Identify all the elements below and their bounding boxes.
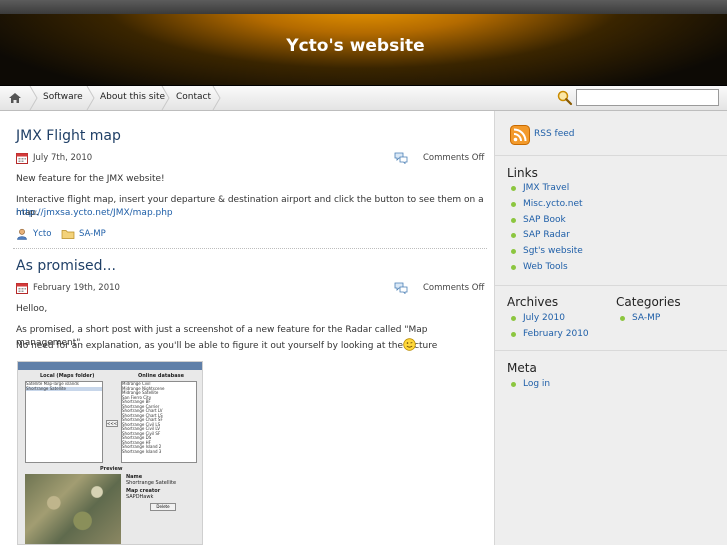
- bullet: [511, 382, 516, 387]
- smiley-icon: [403, 338, 416, 351]
- nav-item-about[interactable]: About this site: [100, 86, 165, 110]
- links-heading: Links: [507, 166, 538, 180]
- search-input[interactable]: [576, 89, 719, 106]
- local-list: Satellite Map-large islands Shortrange S…: [25, 381, 103, 463]
- page: Ycto's website Software About this site …: [0, 0, 727, 545]
- nav-separator: [86, 86, 95, 110]
- calendar-icon: [16, 283, 28, 294]
- bullet: [620, 316, 625, 321]
- link-item[interactable]: Web Tools: [523, 262, 568, 272]
- home-icon: [9, 93, 21, 103]
- categories-heading: Categories: [616, 295, 681, 309]
- rss-link[interactable]: RSS feed: [534, 129, 575, 139]
- online-item: Shortrange Island 3: [122, 448, 162, 454]
- link-item[interactable]: JMX Travel: [523, 183, 569, 193]
- post-paragraph: Helloo,: [16, 304, 48, 314]
- bullet: [511, 332, 516, 337]
- sidebar-divider: [495, 155, 727, 156]
- rss-icon[interactable]: [510, 125, 530, 145]
- user-icon: [17, 228, 27, 240]
- local-item: Shortrange Satellite: [26, 386, 102, 391]
- calendar-icon: [16, 153, 28, 164]
- post-date: July 7th, 2010: [33, 153, 93, 163]
- post-divider: [13, 248, 487, 249]
- meta-item-login[interactable]: Log in: [523, 379, 550, 389]
- sidebar-divider: [495, 285, 727, 286]
- site-header: Ycto's website: [0, 0, 727, 86]
- category-item[interactable]: SA-MP: [632, 313, 660, 323]
- post-author[interactable]: Ycto: [33, 229, 51, 239]
- bullet: [511, 316, 516, 321]
- online-list: Midrange Civil Midrange Nightscene Midra…: [121, 381, 197, 463]
- post-screenshot[interactable]: Local (Maps folder) Online database Sate…: [17, 361, 203, 545]
- archive-item[interactable]: July 2010: [523, 313, 565, 323]
- archive-item[interactable]: February 2010: [523, 329, 589, 339]
- link-item[interactable]: SAP Radar: [523, 230, 570, 240]
- nav-separator: [161, 86, 170, 110]
- bullet: [511, 186, 516, 191]
- name-value: Shortrange Satellite: [126, 480, 177, 486]
- link-item[interactable]: SAP Book: [523, 215, 566, 225]
- link-item[interactable]: Sgt's website: [523, 246, 583, 256]
- post-category[interactable]: SA-MP: [79, 229, 106, 239]
- site-title[interactable]: Ycto's website: [0, 36, 711, 56]
- bullet: [511, 202, 516, 207]
- archives-heading: Archives: [507, 295, 559, 309]
- post-title[interactable]: As promised...: [16, 258, 116, 274]
- online-header: Online database: [138, 373, 184, 379]
- nav-item-contact[interactable]: Contact: [176, 86, 211, 110]
- delete-button: Delete: [150, 503, 176, 511]
- meta-heading: Meta: [507, 361, 537, 375]
- top-strip: [0, 0, 727, 14]
- nav-separator: [29, 86, 38, 110]
- post-paragraph: No need for an explanation, as you'll be…: [16, 341, 438, 351]
- nav-separator: [212, 86, 221, 110]
- bullet: [511, 218, 516, 223]
- post-title[interactable]: JMX Flight map: [16, 128, 121, 144]
- sidebar: RSS feed Links JMX Travel Misc.ycto.net …: [494, 111, 727, 545]
- nav-home[interactable]: [0, 86, 30, 110]
- comments-icon: [394, 282, 408, 294]
- screenshot-titlebar: [18, 362, 202, 370]
- sidebar-divider: [495, 350, 727, 351]
- move-button: <<<: [106, 420, 118, 427]
- folder-icon: [61, 230, 75, 239]
- main-content: JMX Flight map July 7th, 2010 Comments O…: [0, 111, 494, 545]
- link-item[interactable]: Misc.ycto.net: [523, 199, 583, 209]
- nav-item-software[interactable]: Software: [43, 86, 83, 110]
- local-header: Local (Maps folder): [40, 373, 95, 379]
- map-preview-image: [25, 474, 121, 544]
- post-paragraph: New feature for the JMX website!: [16, 174, 165, 184]
- search-icon[interactable]: [556, 89, 574, 107]
- nav-bar: Software About this site Contact: [0, 86, 727, 111]
- bullet: [511, 265, 516, 270]
- post-comments: Comments Off: [423, 153, 485, 163]
- bullet: [511, 249, 516, 254]
- creator-value: SAPDHawk: [126, 494, 154, 500]
- preview-header: Preview: [100, 466, 123, 472]
- post-comments: Comments Off: [423, 283, 485, 293]
- post-link[interactable]: http://jmxsa.ycto.net/JMX/map.php: [16, 207, 486, 220]
- comments-icon: [394, 152, 408, 164]
- post-date: February 19th, 2010: [33, 283, 120, 293]
- bullet: [511, 233, 516, 238]
